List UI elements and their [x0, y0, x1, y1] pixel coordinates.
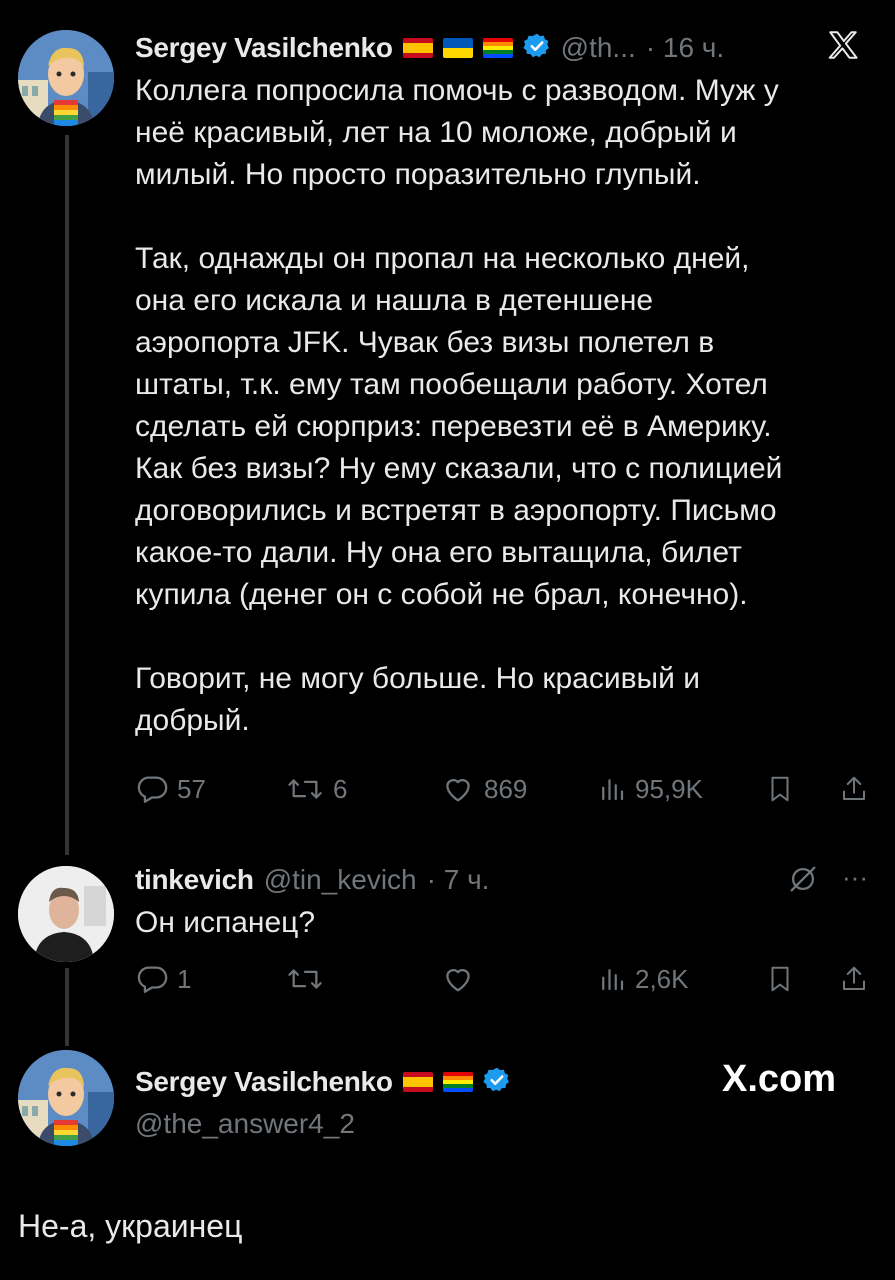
share-button[interactable] [839, 772, 869, 806]
grok-icon[interactable] [786, 862, 820, 901]
reply-icon [137, 966, 168, 993]
heart-icon [446, 779, 470, 802]
thread-line [65, 968, 69, 1046]
spain-flag-icon [402, 1072, 433, 1092]
bookmark-button[interactable] [765, 962, 795, 996]
bookmark-icon [771, 776, 789, 802]
reply-button[interactable]: 57 [135, 772, 206, 806]
repost-button[interactable] [285, 962, 333, 996]
ukraine-flag-icon [442, 38, 473, 58]
like-button[interactable]: 869 [440, 772, 527, 806]
author-name[interactable]: Sergey Vasilchenko [135, 32, 393, 64]
rainbow-flag-icon [442, 1072, 473, 1092]
reply-count: 1 [177, 963, 192, 994]
tweet-actions: 57 6 869 95,9K [135, 772, 875, 812]
views-icon [602, 969, 624, 991]
composer-handle[interactable]: @the_answer4_2 [135, 1108, 355, 1140]
views-icon [602, 779, 624, 801]
avatar[interactable] [18, 866, 114, 962]
views-count: 2,6K [635, 963, 689, 994]
share-button[interactable] [839, 962, 869, 996]
tweet-time[interactable]: · 16 ч. [646, 32, 724, 64]
views-count: 95,9K [635, 773, 703, 804]
reply-button[interactable]: 1 [135, 962, 191, 996]
like-button[interactable] [440, 962, 484, 996]
reply-count: 57 [177, 773, 206, 804]
bookmark-button[interactable] [765, 772, 795, 806]
composer-text: Не-а, украинец [18, 1208, 243, 1244]
reply-header: tinkevich @tin_kevich · 7 ч. [135, 860, 489, 900]
like-count: 869 [484, 773, 528, 804]
reply-author-name[interactable]: tinkevich [135, 864, 254, 896]
reply-actions: 1 2,6K [135, 962, 875, 1002]
repost-count: 6 [333, 773, 348, 804]
x-com-logo: X.com [722, 1058, 836, 1101]
share-icon [843, 776, 865, 800]
heart-icon [446, 969, 470, 992]
reply-author-handle[interactable]: @tin_kevich [264, 864, 417, 896]
avatar[interactable] [18, 30, 114, 126]
composer-header: Sergey Vasilchenko [135, 1062, 511, 1102]
verified-badge-icon [522, 32, 551, 65]
rainbow-flag-icon [482, 38, 513, 58]
spain-flag-icon [402, 38, 433, 58]
reply-icon [137, 776, 168, 803]
views-button[interactable]: 95,9K [597, 772, 703, 806]
views-button[interactable]: 2,6K [597, 962, 689, 996]
repost-icon [288, 779, 322, 799]
share-icon [843, 966, 865, 990]
repost-button[interactable]: 6 [285, 772, 347, 806]
avatar[interactable] [18, 1050, 114, 1146]
reply-text: Он испанец? [135, 906, 316, 939]
bookmark-icon [771, 966, 789, 992]
author-name[interactable]: Sergey Vasilchenko [135, 1066, 393, 1098]
x-logo-icon[interactable] [826, 28, 860, 67]
verified-badge-icon [482, 1066, 511, 1099]
x-com-label: X.com [722, 1058, 837, 1100]
reply-time[interactable]: · 7 ч. [427, 864, 490, 896]
author-handle[interactable]: @th... [561, 32, 636, 64]
tweet-text: Коллега попросила помочь с разводом. Муж… [135, 74, 783, 737]
more-options-button[interactable]: ··· [842, 862, 868, 893]
repost-icon [288, 969, 322, 989]
thread-line [65, 135, 69, 855]
tweet-header: Sergey Vasilchenko @th... · 16 ч. [135, 28, 724, 68]
